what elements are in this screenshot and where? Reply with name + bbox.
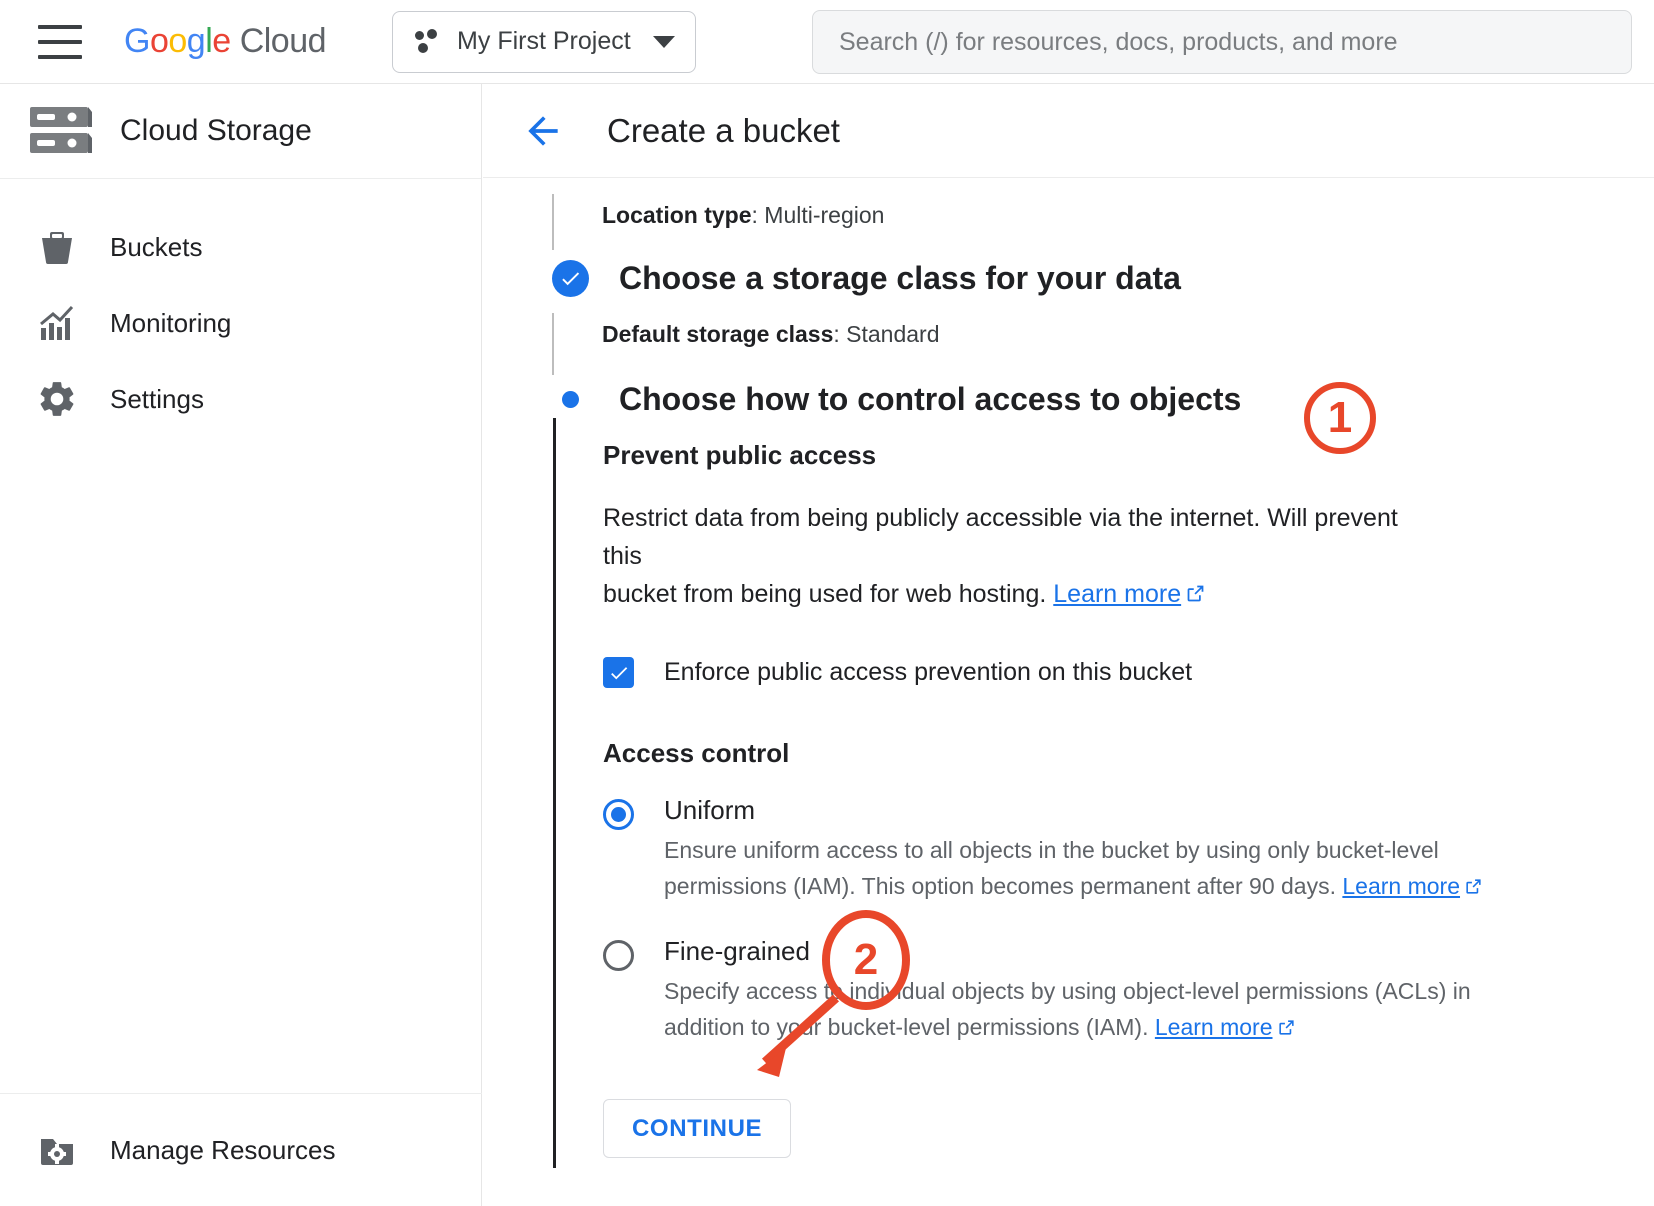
sidebar-item-label: Settings [110,383,204,414]
learn-more-link-uniform[interactable]: Learn more [1342,873,1460,899]
radio-fine-grained-content: Fine-grained Specify access to individua… [664,936,1471,1047]
external-link-icon[interactable] [1277,1011,1296,1047]
radio-fine-grained[interactable] [603,940,634,971]
active-dot-icon [561,391,579,408]
annotation-label-1: 1 [1327,393,1353,442]
external-link-icon[interactable] [1185,577,1206,615]
logo-letter: o [149,22,169,60]
summary-sep: : [833,321,847,347]
learn-more-link-prevent[interactable]: Learn more [1053,580,1181,608]
radio-uniform-title: Uniform [664,795,756,825]
access-control-content: Prevent public access Restrict data from… [603,418,1483,1168]
sidebar-product-title: Cloud Storage [120,114,312,147]
sidebar-item-label: Buckets [110,231,203,262]
sidebar-nav-list: Buckets Monitoring Settings [0,179,481,437]
summary-sep: : [751,202,765,228]
radio-fine-grained-description: Specify access to individual objects by … [664,973,1471,1047]
storage-server-icon [28,105,94,157]
desc-line-1: Specify access to individual objects by … [664,978,1471,1004]
check-circle-icon [551,260,589,297]
logo-cloud-word: Cloud [239,22,327,60]
sidebar-item-manage-resources[interactable]: Manage Resources [0,1093,482,1206]
annotation-label-2: 2 [853,935,879,984]
sidebar-item-label: Monitoring [110,307,232,338]
access-control-section: Prevent public access Restrict data from… [548,418,1654,1168]
main-content: Create a bucket Location type: Multi-reg… [483,84,1654,1206]
desc-line-2: bucket from being used for web hosting. [603,580,1054,608]
step-rail [552,313,554,375]
step-marker [548,391,592,408]
logo-letter: e [212,22,231,60]
desc-line-1: Ensure uniform access to all objects in … [664,837,1439,863]
back-arrow-icon[interactable] [521,109,565,153]
top-app-bar: Google Cloud My First Project [0,0,1654,84]
page-header: Create a bucket [483,84,1654,178]
step-summary-location: Location type: Multi-region [548,178,1654,250]
logo-letter: o [168,22,187,60]
desc-line-2: addition to your bucket-level permission… [664,1014,1155,1040]
hamburger-line [38,39,82,44]
search-box[interactable] [812,10,1632,74]
desc-line-1: Restrict data from being publicly access… [603,504,1398,570]
bucket-icon [34,224,80,270]
radio-fine-grained-title: Fine-grained [664,936,810,966]
radio-uniform[interactable] [603,799,634,830]
gear-icon [34,376,80,422]
continue-button[interactable]: CONTINUE [603,1099,792,1158]
summary-label: Default storage class [602,321,834,347]
enforce-public-access-row[interactable]: Enforce public access prevention on this… [603,657,1483,688]
learn-more-link-fine-grained[interactable]: Learn more [1155,1014,1273,1040]
project-selector[interactable]: My First Project [392,10,696,73]
folder-gear-icon [34,1127,80,1173]
hamburger-line [38,54,82,59]
radio-uniform-content: Uniform Ensure uniform access to all obj… [664,795,1483,906]
radio-uniform-description: Ensure uniform access to all objects in … [664,832,1483,906]
summary-value: Standard [846,321,940,347]
app-root: Google Cloud My First Project Search (/)… [0,0,1654,1206]
prevent-public-access-description: Restrict data from being publicly access… [603,499,1443,615]
section-rail [553,418,556,1168]
summary-value: Multi-region [764,202,885,228]
chevron-down-icon[interactable] [652,35,675,48]
logo-letter: g [186,22,206,60]
sidebar: Cloud Storage Buckets Monitoring Setting… [0,84,482,1206]
step-summary-storage-class: Default storage class: Standard [548,297,1654,375]
enforce-public-access-checkbox[interactable] [603,657,634,688]
logo-letter: G [124,22,150,60]
google-cloud-logo[interactable]: Google Cloud [124,22,327,61]
storage-class-summary: Default storage class: Standard [602,313,940,351]
step-marker [548,260,592,297]
project-name: My First Project [457,27,631,55]
sidebar-item-buckets[interactable]: Buckets [0,209,481,285]
sidebar-item-settings[interactable]: Settings [0,361,481,437]
external-link-icon[interactable] [1464,870,1483,906]
step-title: Choose a storage class for your data [619,260,1181,296]
chart-icon [34,300,80,346]
sidebar-item-monitoring[interactable]: Monitoring [0,285,481,361]
checkmark-icon [610,666,627,679]
step-rail [552,194,554,250]
wizard-body: Location type: Multi-region Choose a sto… [483,178,1654,1168]
sidebar-item-label: Manage Resources [110,1134,336,1165]
hamburger-menu-icon[interactable] [38,24,82,59]
radio-option-fine-grained[interactable]: Fine-grained Specify access to individua… [603,936,1483,1047]
step-title: Choose how to control access to objects [619,381,1242,417]
summary-label: Location type [602,202,752,228]
step-header-storage-class[interactable]: Choose a storage class for your data [548,260,1654,297]
search-input[interactable] [839,27,1605,57]
step-header-access-control[interactable]: Choose how to control access to objects [548,381,1654,418]
desc-line-2: permissions (IAM). This option becomes p… [664,873,1343,899]
sidebar-product-header[interactable]: Cloud Storage [0,84,481,179]
page-title: Create a bucket [607,111,840,149]
location-summary: Location type: Multi-region [602,194,884,232]
enforce-public-access-label: Enforce public access prevention on this… [664,658,1193,686]
project-dots-icon [415,28,441,55]
radio-option-uniform[interactable]: Uniform Ensure uniform access to all obj… [603,795,1483,906]
prevent-public-access-heading: Prevent public access [603,440,877,470]
hamburger-line [38,24,82,29]
access-control-heading: Access control [603,738,790,768]
